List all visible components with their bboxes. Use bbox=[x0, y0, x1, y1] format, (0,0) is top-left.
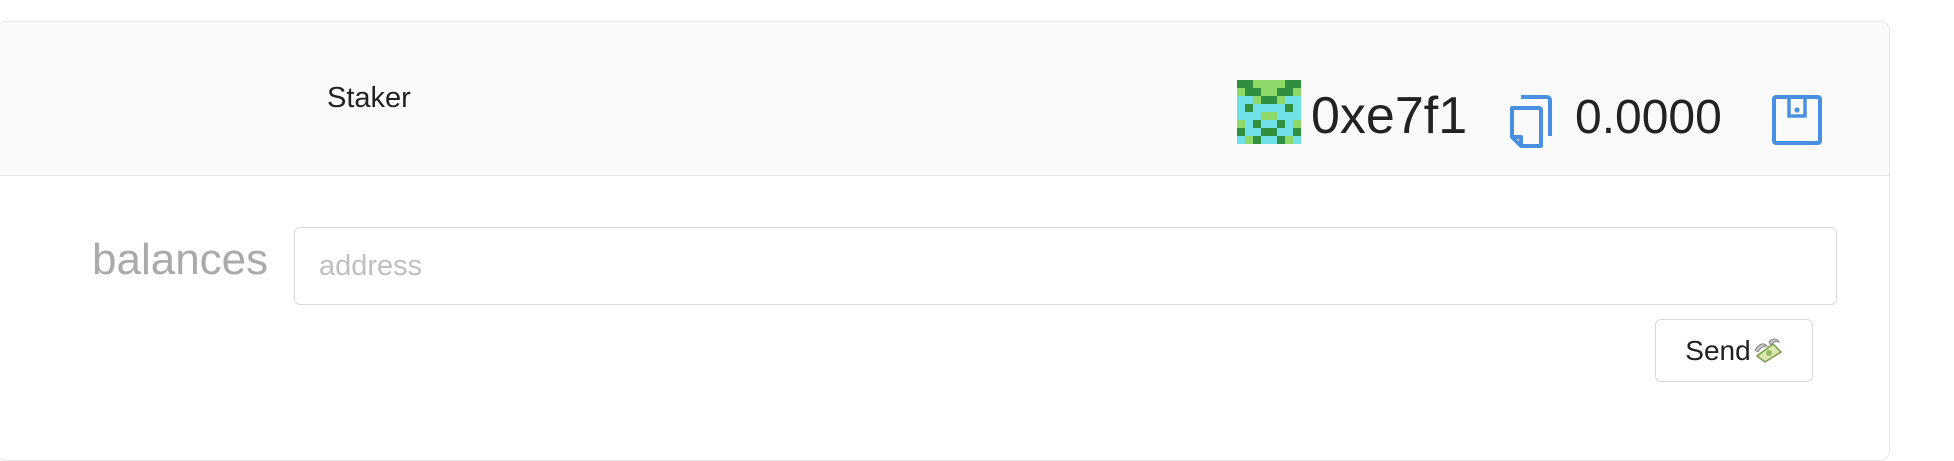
blockie-pixel bbox=[1269, 96, 1277, 104]
blockie-pixel bbox=[1293, 120, 1301, 128]
wallet-icon[interactable] bbox=[1771, 94, 1823, 146]
blockie-pixel bbox=[1293, 128, 1301, 136]
address-input[interactable] bbox=[294, 227, 1837, 305]
blockie-pixel bbox=[1237, 104, 1245, 112]
blockie-pixel bbox=[1269, 104, 1277, 112]
blockie-pixel bbox=[1285, 80, 1293, 88]
send-button-label: Send bbox=[1685, 334, 1751, 366]
blockie-pixel bbox=[1285, 128, 1293, 136]
blockie-pixel bbox=[1261, 136, 1269, 144]
blockie-pixel bbox=[1245, 88, 1253, 96]
blockie-pixel bbox=[1277, 136, 1285, 144]
function-label: balances bbox=[92, 235, 269, 284]
blockie-pixel bbox=[1237, 128, 1245, 136]
blockie-pixel bbox=[1261, 112, 1269, 120]
blockie-pixel bbox=[1293, 136, 1301, 144]
blockie-pixel bbox=[1253, 80, 1261, 88]
blockie-pixel bbox=[1269, 112, 1277, 120]
blockie-pixel bbox=[1293, 80, 1301, 88]
blockie-pixel bbox=[1277, 128, 1285, 136]
blockie-pixel bbox=[1285, 96, 1293, 104]
blockie-pixel bbox=[1245, 80, 1253, 88]
card-header: Staker 0xe7f1 0.0000 bbox=[0, 22, 1889, 176]
blockie-pixel bbox=[1261, 104, 1269, 112]
blockie-pixel bbox=[1237, 120, 1245, 128]
send-button[interactable]: Send bbox=[1655, 319, 1813, 382]
blockie-pixel bbox=[1237, 112, 1245, 120]
blockie-pixel bbox=[1285, 88, 1293, 96]
account-balance: 0.0000 bbox=[1575, 91, 1722, 144]
account-blockie-avatar bbox=[1237, 80, 1301, 144]
blockie-pixel bbox=[1269, 88, 1277, 96]
contract-title: Staker bbox=[327, 82, 411, 114]
money-with-wings-icon bbox=[1753, 338, 1783, 364]
blockie-pixel bbox=[1253, 104, 1261, 112]
blockie-pixel bbox=[1277, 96, 1285, 104]
blockie-pixel bbox=[1285, 112, 1293, 120]
blockie-pixel bbox=[1253, 136, 1261, 144]
blockie-pixel bbox=[1277, 120, 1285, 128]
blockie-pixel bbox=[1277, 104, 1285, 112]
account-address[interactable]: 0xe7f1 bbox=[1311, 86, 1467, 146]
blockie-pixel bbox=[1237, 96, 1245, 104]
blockie-pixel bbox=[1277, 88, 1285, 96]
blockie-pixel bbox=[1253, 120, 1261, 128]
blockie-pixel bbox=[1253, 88, 1261, 96]
blockie-pixel bbox=[1293, 112, 1301, 120]
blockie-pixel bbox=[1293, 104, 1301, 112]
wallet-icon-graphic bbox=[1772, 95, 1822, 145]
blockie-pixel bbox=[1285, 136, 1293, 144]
blockie-pixel bbox=[1237, 88, 1245, 96]
blockie-pixel bbox=[1269, 128, 1277, 136]
blockie-pixel bbox=[1269, 120, 1277, 128]
blockie-pixel bbox=[1253, 96, 1261, 104]
blockie-pixel bbox=[1245, 128, 1253, 136]
blockie-pixel bbox=[1293, 88, 1301, 96]
blockie-pixel bbox=[1245, 96, 1253, 104]
blockie-pixel bbox=[1253, 112, 1261, 120]
copy-icon[interactable] bbox=[1507, 94, 1555, 150]
blockie-pixel bbox=[1245, 120, 1253, 128]
blockie-pixel bbox=[1261, 80, 1269, 88]
blockie-pixel bbox=[1261, 88, 1269, 96]
blockie-pixel bbox=[1269, 80, 1277, 88]
blockie-pixel bbox=[1277, 80, 1285, 88]
blockie-pixel bbox=[1237, 136, 1245, 144]
blockie-pixel bbox=[1237, 80, 1245, 88]
blockie-pixel bbox=[1293, 96, 1301, 104]
blockie-pixel bbox=[1277, 112, 1285, 120]
copy-icon-graphic bbox=[1510, 95, 1552, 148]
blockie-pixel bbox=[1253, 128, 1261, 136]
blockie-pixel bbox=[1269, 136, 1277, 144]
blockie-pixel bbox=[1285, 120, 1293, 128]
blockie-pixel bbox=[1245, 104, 1253, 112]
blockie-pixel bbox=[1245, 136, 1253, 144]
blockie-pixel bbox=[1261, 128, 1269, 136]
blockie-pixel bbox=[1261, 96, 1269, 104]
blockie-pixel bbox=[1245, 112, 1253, 120]
blockie-pixel bbox=[1285, 104, 1293, 112]
blockie-pixel bbox=[1261, 120, 1269, 128]
